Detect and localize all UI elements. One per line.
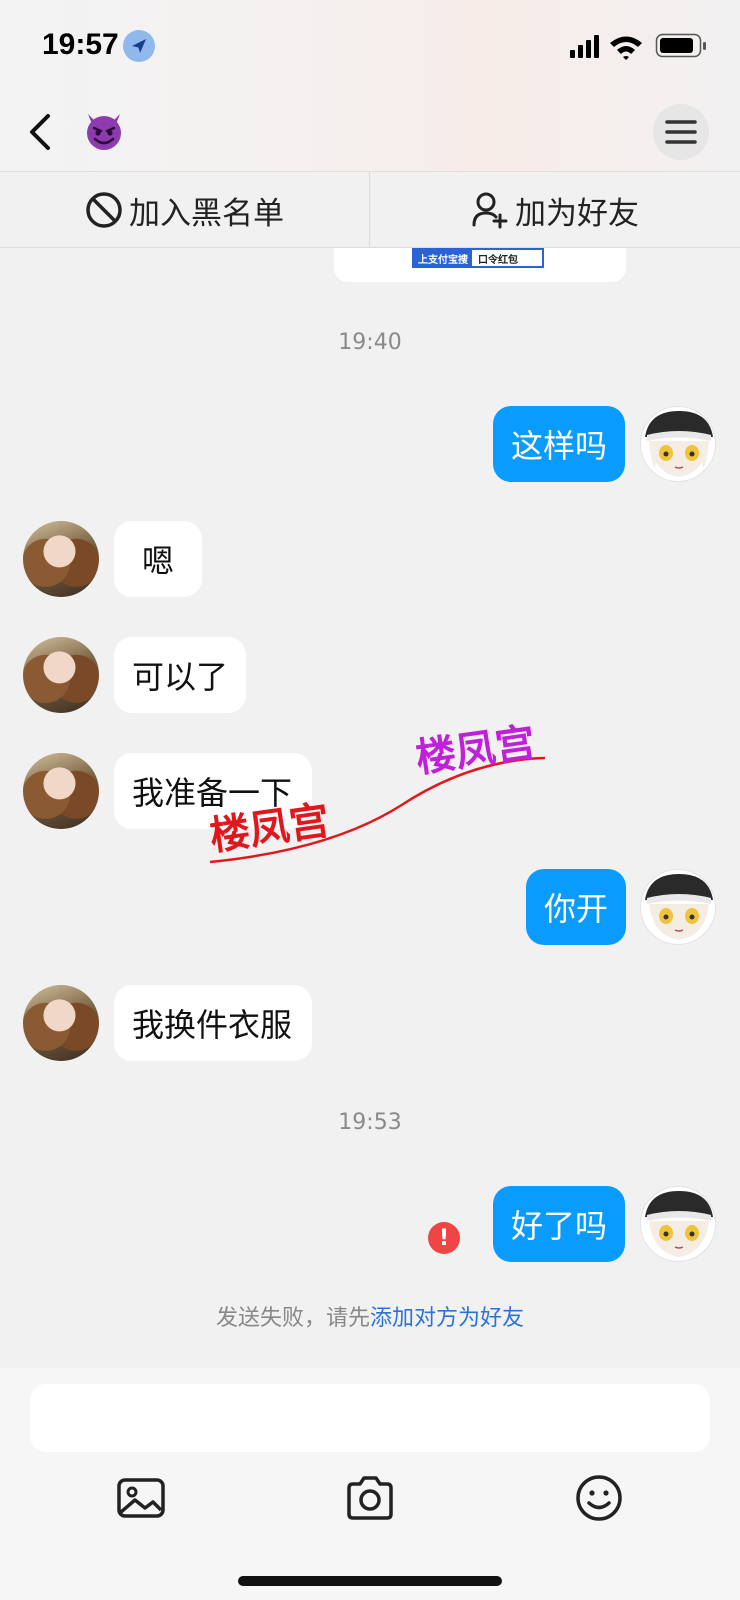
contact-avatar[interactable] [23,753,99,829]
wifi-icon [610,36,642,60]
contact-avatar[interactable] [23,637,99,713]
add-friend-link[interactable]: 添加对方为好友 [370,1306,524,1331]
timestamp: 19:53 [338,1110,402,1135]
emoji-icon[interactable] [573,1472,625,1524]
camera-icon[interactable] [344,1472,396,1524]
my-avatar[interactable] [640,1186,716,1262]
card-tag: 上支付宝搜 口令红包 [412,248,544,268]
action-bar: 加入黑名单 加为好友 [0,172,740,248]
my-avatar[interactable] [640,406,716,482]
card-tag-blue: 上支付宝搜 [414,250,472,266]
contact-avatar[interactable] [23,521,99,597]
send-failed-icon[interactable]: ! [428,1222,460,1254]
anime-avatar-icon [645,1191,713,1261]
watermark-text-purple: 楼凤宫 [413,720,538,782]
devil-emoji-icon [87,114,121,150]
nav-bar [0,92,740,172]
image-icon[interactable] [115,1472,167,1524]
message-bubble-in[interactable]: 可以了 [114,637,246,713]
my-avatar[interactable] [640,869,716,945]
send-failed-note: 发送失败，请先添加对方为好友 [0,1300,740,1332]
message-input[interactable] [30,1384,710,1452]
battery-icon [655,33,706,58]
anime-avatar-icon [645,874,713,944]
message-bubble-in[interactable]: 嗯 [114,521,202,597]
status-bar: 19:57 [0,0,740,92]
message-bubble-out[interactable]: 你开 [526,869,626,945]
signal-icon [570,35,599,58]
message-bubble-in[interactable]: 我换件衣服 [114,985,312,1061]
home-indicator[interactable] [238,1576,502,1586]
menu-icon [665,120,697,144]
send-failed-text: 发送失败，请先 [215,1306,370,1331]
block-button[interactable]: 加入黑名单 [0,172,370,248]
watermark: 楼凤宫 楼凤宫 [210,720,546,864]
add-friend-icon [472,192,508,229]
card-tag-text: 口令红包 [478,254,518,266]
anime-avatar-icon [645,411,713,481]
status-icons [570,33,706,60]
message-bubble-out[interactable]: 好了吗 [493,1186,625,1262]
block-icon [86,192,122,228]
watermark-text-red: 楼凤宫 [210,798,332,860]
back-icon[interactable] [22,110,62,154]
menu-button[interactable] [653,104,709,160]
add-friend-button[interactable]: 加为好友 [370,172,740,248]
location-icon [123,30,155,62]
input-area [0,1368,740,1600]
status-time: 19:57 [42,28,119,61]
red-packet-card[interactable]: 上支付宝搜 口令红包 [334,248,626,282]
contact-avatar[interactable] [23,985,99,1061]
message-bubble-out[interactable]: 这样吗 [493,406,625,482]
add-friend-label: 加为好友 [515,195,639,232]
timestamp: 19:40 [338,330,402,355]
block-label: 加入黑名单 [129,195,284,232]
